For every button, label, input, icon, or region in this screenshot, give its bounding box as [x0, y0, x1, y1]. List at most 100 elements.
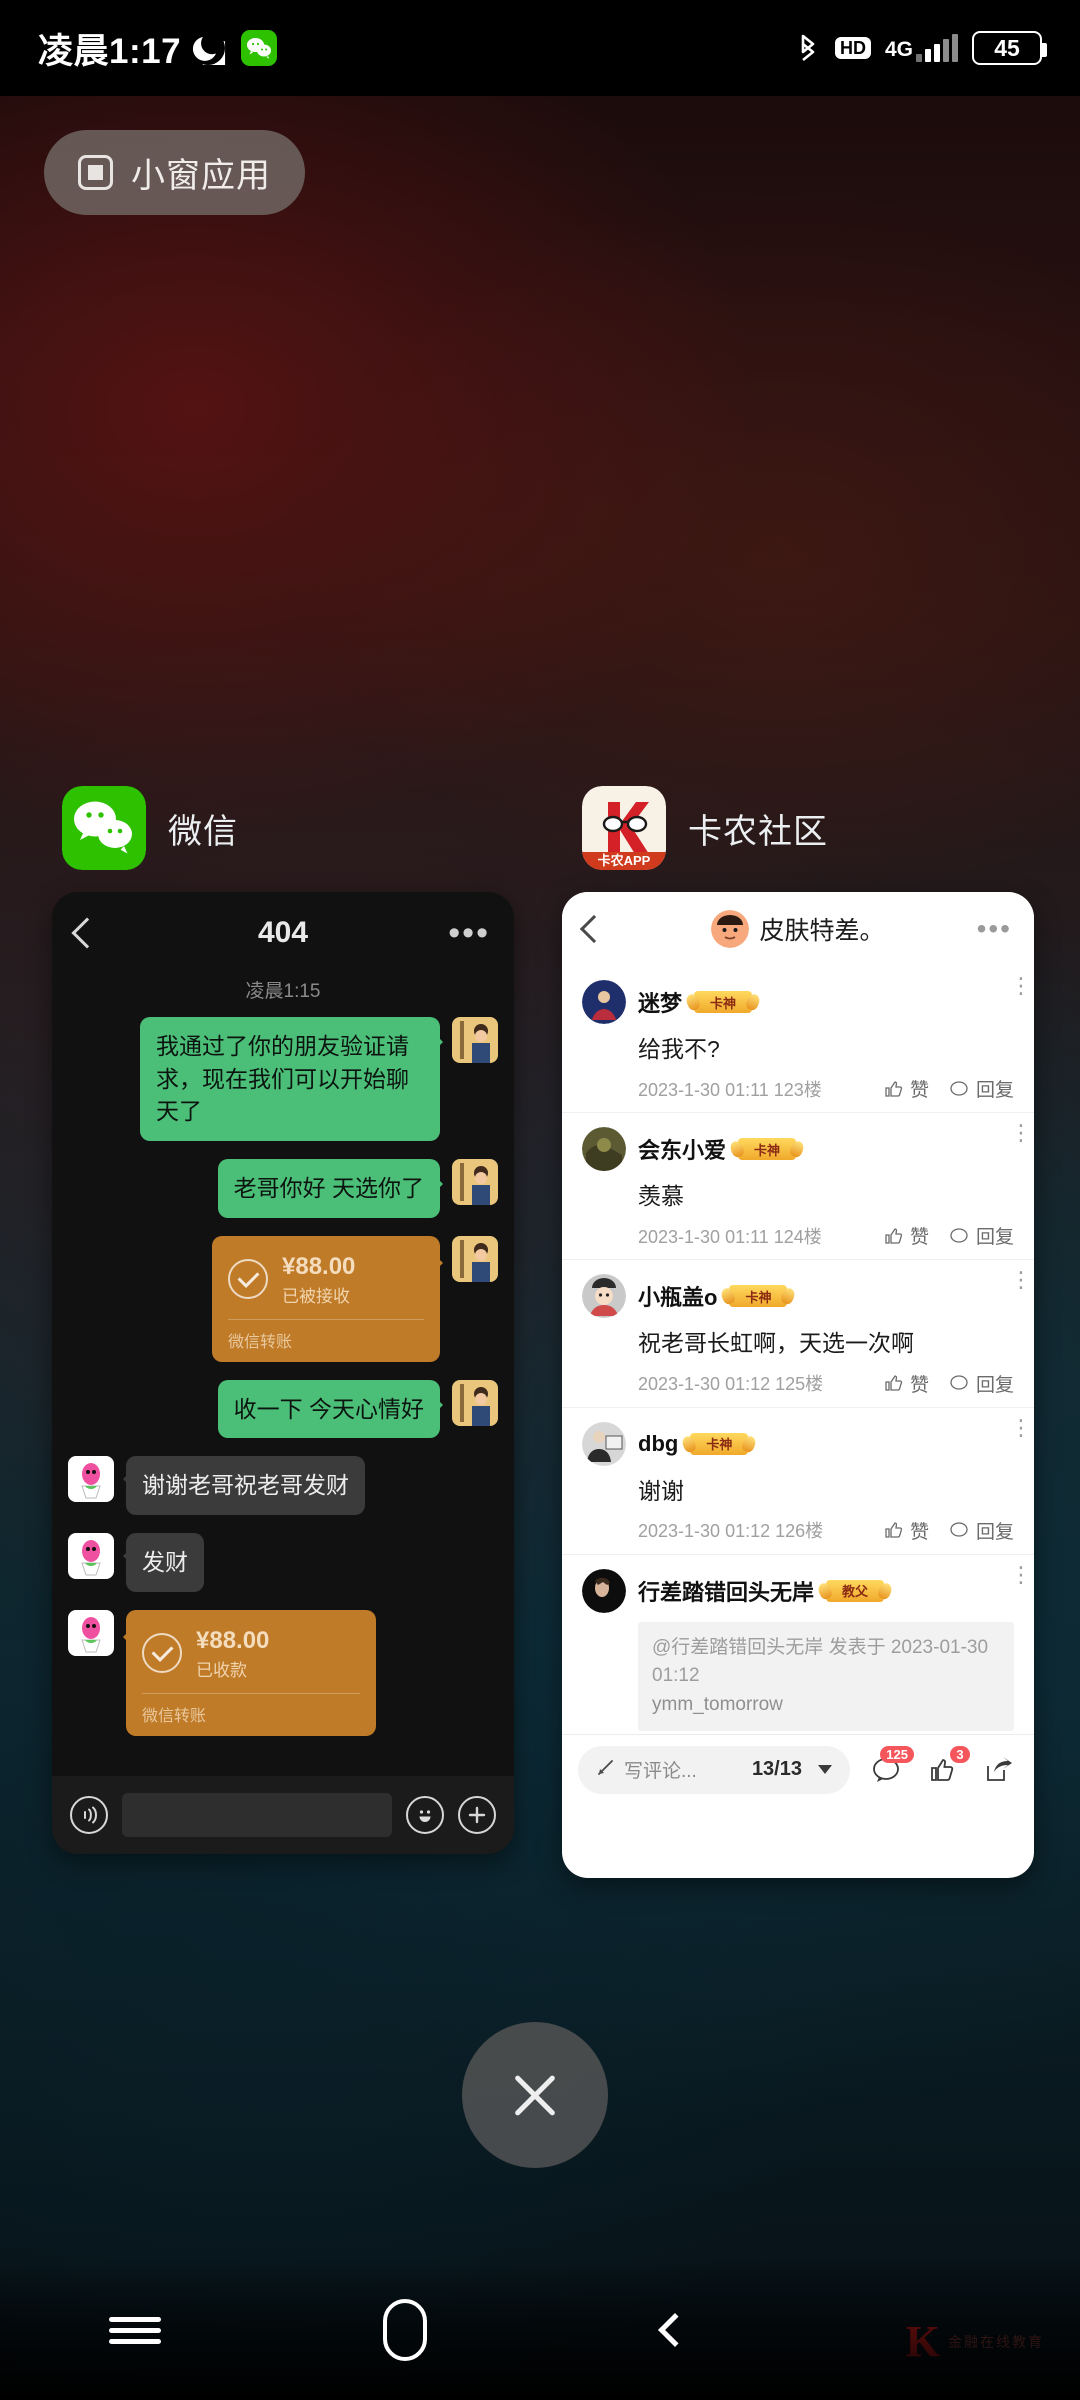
home-button[interactable]: [345, 2299, 465, 2361]
kanong-bottom-bar: 写评论... 13/13 125 3: [562, 1734, 1034, 1804]
message-input[interactable]: [122, 1793, 392, 1837]
reply-action[interactable]: 回复: [949, 1222, 1014, 1249]
comment-menu-icon[interactable]: ⋮: [1010, 1269, 1032, 1291]
message-row: ¥88.00 已收款 微信转账: [68, 1609, 498, 1736]
small-window-apps-label: 小窗应用: [131, 157, 271, 195]
transfer-state: 已收款: [196, 1660, 247, 1680]
comment-footer: 2023-1-30 01:11 123楼 赞 回复: [638, 1075, 1014, 1102]
comment-bubble-icon: [950, 1375, 968, 1390]
small-window-apps-pill[interactable]: 小窗应用: [44, 130, 305, 215]
comment-text: 谢谢: [638, 1477, 684, 1504]
transfer-card[interactable]: ¥88.00 已被接收 微信转账: [212, 1235, 443, 1362]
wechat-topbar: 404 •••: [52, 892, 514, 974]
comment-menu-icon[interactable]: ⋮: [1010, 1416, 1032, 1438]
page-count: 13/13: [751, 1758, 802, 1780]
message-row: 发财: [68, 1532, 498, 1592]
back-button[interactable]: [615, 2300, 735, 2360]
recents-menu-icon[interactable]: [75, 2300, 195, 2360]
divider: [142, 1692, 360, 1694]
kanong-thread-title: 皮肤特差。: [759, 917, 885, 945]
message-bubble[interactable]: 我通过了你的朋友验证请求，现在我们可以开始聊天了: [140, 1017, 443, 1141]
app-header-wechat[interactable]: 微信: [62, 786, 238, 870]
like-button[interactable]: 3: [922, 1745, 970, 1790]
comment-author[interactable]: 会东小爱: [638, 1133, 726, 1165]
share-button[interactable]: [978, 1750, 1018, 1790]
comment-menu-icon[interactable]: ⋮: [1010, 975, 1032, 997]
plus-icon[interactable]: [458, 1796, 496, 1834]
share-icon: [987, 1756, 1012, 1781]
comment-footer: 2023-1-30 01:11 124楼 赞 回复: [638, 1222, 1014, 1249]
message-row: ¥88.00 已被接收 微信转账: [68, 1235, 498, 1362]
app-name-wechat: 微信: [168, 812, 238, 851]
caret-down-icon[interactable]: [818, 1765, 832, 1774]
comment-item[interactable]: ⋮ 迷梦 卡神 给我不? 2023-1-30 01:11 123楼 赞 回复: [562, 966, 1034, 1114]
navigation-bar: [0, 2260, 1080, 2400]
emoji-icon[interactable]: [406, 1796, 444, 1834]
message-bubble[interactable]: 谢谢老哥祝老哥发财: [123, 1456, 365, 1515]
status-time: 凌晨1:17: [38, 31, 182, 71]
avatar: [711, 910, 750, 948]
reply-action[interactable]: 回复: [949, 1517, 1014, 1544]
comment-author[interactable]: 行差踏错回头无岸: [638, 1575, 814, 1607]
avatar: [582, 1568, 626, 1613]
transfer-amount: ¥88.00: [282, 1252, 356, 1280]
like-action[interactable]: 赞: [883, 1370, 929, 1397]
comment-item[interactable]: ⋮ 会东小爱 卡神 羡慕 2023-1-30 01:11 124楼 赞 回复: [562, 1113, 1034, 1261]
transfer-state: 已被接收: [282, 1286, 350, 1306]
comment-author[interactable]: 小瓶盖o: [638, 1280, 717, 1312]
voice-input-icon[interactable]: [70, 1796, 108, 1834]
back-icon: [658, 2313, 692, 2347]
avatar: [68, 1609, 114, 1656]
check-circle-icon: [228, 1259, 268, 1300]
avatar: [582, 980, 626, 1024]
user-badge: 教父: [826, 1579, 885, 1602]
comment-author[interactable]: 迷梦: [638, 986, 682, 1018]
wechat-message-list[interactable]: 凌晨1:15 我通过了你的朋友验证请求，现在我们可以开始聊天了 老哥你好 天选你…: [52, 976, 514, 1766]
like-action[interactable]: 赞: [883, 1075, 929, 1102]
status-bar: 凌晨1:17 HD 4G 45: [0, 0, 1080, 96]
comment-actions: 赞 回复: [883, 1222, 1014, 1249]
comment-header: dbg 卡神: [582, 1421, 1014, 1466]
comment-input[interactable]: 写评论... 13/13: [578, 1745, 850, 1794]
reply-action[interactable]: 回复: [949, 1370, 1014, 1397]
user-badge: 卡神: [729, 1285, 788, 1308]
transfer-card[interactable]: ¥88.00 已收款 微信转账: [123, 1609, 376, 1736]
message-bubble[interactable]: 老哥你好 天选你了: [217, 1158, 444, 1218]
comment-footer: 2023-1-30 01:12 126楼 赞 回复: [638, 1517, 1014, 1544]
message-bubble[interactable]: 收一下 今天心情好: [217, 1379, 444, 1439]
message-row: 谢谢老哥祝老哥发财: [68, 1456, 498, 1515]
like-label: 赞: [909, 1080, 929, 1102]
like-action[interactable]: 赞: [883, 1222, 929, 1249]
transfer-note: 微信转账: [142, 1707, 207, 1725]
comment-footer: 2023-1-30 01:12 125楼 赞 回复: [638, 1370, 1014, 1397]
comment-item[interactable]: ⋮ dbg 卡神 谢谢 2023-1-30 01:12 126楼 赞 回复: [562, 1408, 1034, 1555]
kanong-app-icon: 卡农APP: [582, 786, 666, 870]
kanong-window[interactable]: 皮肤特差。 ••• ⋮ 迷梦 卡神 给我不? 2023-1-30 01:11 1…: [562, 892, 1034, 1878]
reply-label: 回复: [975, 1374, 1014, 1396]
comment-list[interactable]: ⋮ 迷梦 卡神 给我不? 2023-1-30 01:11 123楼 赞 回复 ⋮…: [562, 966, 1034, 1734]
comment-text: 祝老哥长虹啊，天选一次啊: [638, 1330, 914, 1357]
thumbs-up-icon: [885, 1375, 903, 1391]
comment-menu-icon[interactable]: ⋮: [1010, 1563, 1032, 1585]
wechat-window[interactable]: 404 ••• 凌晨1:15 我通过了你的朋友验证请求，现在我们可以开始聊天了 …: [52, 892, 514, 1854]
reply-action[interactable]: 回复: [949, 1075, 1014, 1102]
comment-actions: 赞 回复: [883, 1517, 1014, 1544]
message-bubble[interactable]: 发财: [123, 1532, 204, 1592]
comment-menu-icon[interactable]: ⋮: [1010, 1122, 1032, 1144]
comment-item[interactable]: ⋮ 行差踏错回头无岸 教父 @行差踏错回头无岸 发表于 2023-01-30 0…: [562, 1555, 1034, 1734]
comment-bubble-icon: [950, 1081, 968, 1096]
comment-header: 行差踏错回头无岸 教父: [582, 1568, 1014, 1613]
close-all-button[interactable]: [462, 2022, 608, 2168]
like-action[interactable]: 赞: [883, 1517, 929, 1544]
quoted-comment: @行差踏错回头无岸 发表于 2023-01-30 01:12 ymm_tomor…: [638, 1621, 1014, 1732]
comment-meta: 2023-1-30 01:12 126楼: [638, 1521, 824, 1542]
close-x-icon: [508, 2068, 562, 2122]
comment-author[interactable]: dbg: [638, 1431, 678, 1457]
quote-header: @行差踏错回头无岸 发表于 2023-01-30 01:12: [652, 1636, 989, 1687]
comment-item[interactable]: ⋮ 小瓶盖o 卡神 祝老哥长虹啊，天选一次啊 2023-1-30 01:12 1…: [562, 1260, 1034, 1408]
comment-count-badge: 125: [880, 1745, 914, 1763]
app-header-kanong[interactable]: 卡农APP 卡农社区: [582, 786, 828, 870]
svg-text:卡农APP: 卡农APP: [598, 853, 651, 868]
comment-count-button[interactable]: 125: [866, 1745, 914, 1790]
avatar: [452, 1235, 498, 1282]
